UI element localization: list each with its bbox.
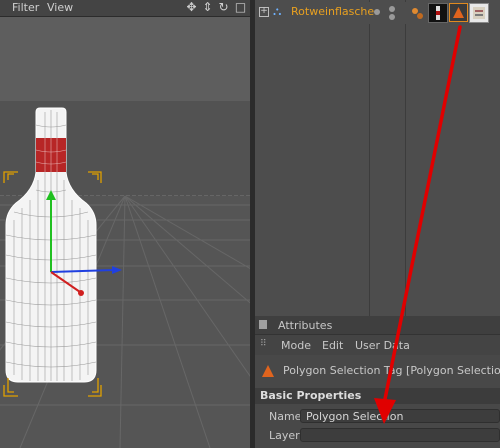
column-divider (369, 0, 370, 316)
section-header[interactable]: Basic Properties (255, 388, 500, 404)
object-row[interactable]: + ⛬ Rotweinflasche (255, 2, 500, 24)
menu-user-data[interactable]: User Data (355, 339, 410, 352)
texture-tag-icon[interactable] (469, 3, 489, 23)
object-title: Polygon Selection Tag [Polygon Selection… (283, 364, 500, 377)
name-field-row: Name Polygon Selection (255, 407, 500, 425)
viewport-menubar: Filter View ✥ ⇕ ↻ □ (0, 0, 250, 17)
polygon-selection-tag-icon[interactable] (449, 3, 468, 22)
section-title[interactable]: Basic Properties (260, 389, 361, 402)
null-object-icon: ⛬ (273, 4, 282, 18)
grip-dots-icon[interactable]: ⠿ (260, 339, 270, 349)
attributes-menubar: ⠿ Mode Edit User Data (255, 335, 500, 355)
arrows-icon[interactable]: ⇕ (201, 1, 214, 14)
menu-filter[interactable]: Filter (12, 0, 39, 16)
layer-input[interactable] (300, 428, 500, 442)
layer-field-row: Layer (255, 426, 500, 444)
move-icon[interactable]: ✥ (185, 1, 198, 14)
name-input[interactable]: Polygon Selection (300, 409, 500, 423)
viewport-canvas[interactable] (0, 17, 250, 448)
attributes-panel: Attributes ⠿ Mode Edit User Data Polygon… (255, 316, 500, 448)
polygon-selection-tag-icon (261, 364, 275, 378)
object-name[interactable]: Rotweinflasche (291, 5, 374, 18)
menu-view[interactable]: View (47, 0, 73, 16)
render-visibility-dot[interactable] (389, 6, 395, 12)
menu-edit[interactable]: Edit (322, 339, 343, 352)
material-tag-icon[interactable] (428, 3, 448, 23)
object-title-row: Polygon Selection Tag [Polygon Selection… (255, 357, 500, 385)
attributes-header: Attributes (255, 316, 500, 335)
object-manager[interactable]: + ⛬ Rotweinflasche (255, 0, 500, 316)
name-label: Name (269, 410, 302, 423)
render-visibility-dot[interactable] (389, 14, 395, 20)
rotate-icon[interactable]: ↻ (217, 1, 230, 14)
phong-tag-icon[interactable] (410, 5, 426, 21)
panel-title: Attributes (278, 319, 333, 332)
editor-visibility-dot[interactable] (374, 9, 380, 15)
maximize-icon[interactable]: □ (234, 1, 247, 14)
3d-viewport[interactable]: Filter View ✥ ⇕ ↻ □ (0, 0, 250, 448)
panel-grip-icon[interactable] (259, 320, 267, 329)
expand-icon[interactable]: + (259, 7, 269, 17)
menu-mode[interactable]: Mode (281, 339, 311, 352)
column-divider (405, 0, 406, 316)
layer-label: Layer (269, 429, 300, 442)
